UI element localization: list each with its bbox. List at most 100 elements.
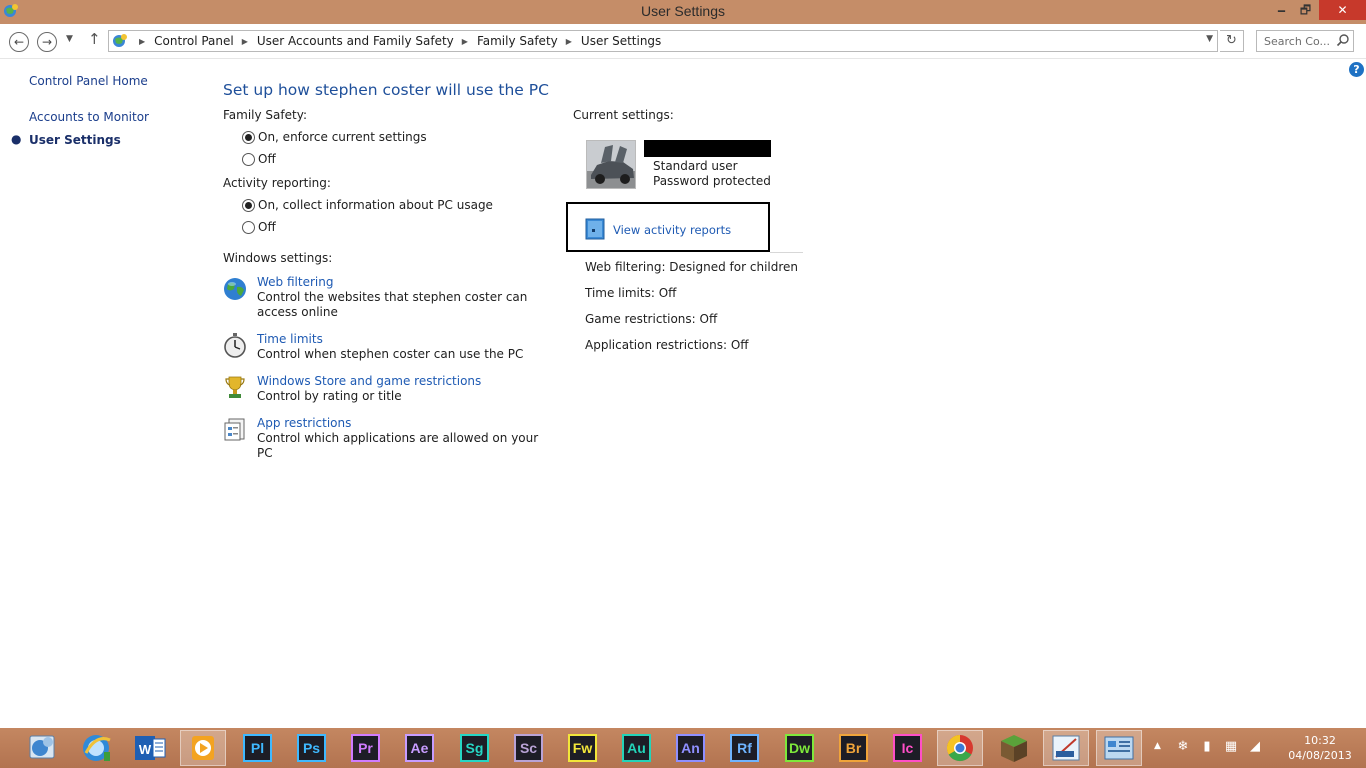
adobe-app-icon: Ae <box>405 734 434 762</box>
adobe-app-icon: Pr <box>351 734 380 762</box>
account-type: Standard user <box>653 159 738 173</box>
taskbar-app-pl[interactable]: Pl <box>235 730 281 766</box>
activity-reporting-on-radio[interactable] <box>242 199 255 212</box>
user-settings-link[interactable]: User Settings <box>29 133 121 147</box>
minecraft-block-icon <box>1001 735 1027 762</box>
adobe-app-icon: Ps <box>297 734 326 762</box>
address-bar[interactable]: ▶ Control Panel ▶ User Accounts and Fami… <box>108 30 1218 52</box>
chevron-right-icon[interactable]: ▶ <box>462 37 468 46</box>
globe-icon <box>224 278 246 300</box>
taskbar-app-sg[interactable]: Sg <box>452 730 498 766</box>
taskbar-control-panel[interactable] <box>20 730 66 766</box>
help-button[interactable]: ? <box>1349 62 1364 77</box>
snowflake-icon[interactable]: ❄ <box>1175 739 1191 755</box>
maximize-button[interactable]: 🗗 <box>1292 0 1319 20</box>
adobe-app-icon: Dw <box>785 734 814 762</box>
taskbar-app-dw[interactable]: Dw <box>777 730 823 766</box>
search-icon[interactable] <box>1336 33 1350 47</box>
taskbar-control-panel-window[interactable] <box>1096 730 1142 766</box>
taskbar-app-sc[interactable]: Sc <box>506 730 552 766</box>
activity-reporting-off-label[interactable]: Off <box>258 220 276 234</box>
adobe-app-icon: Fw <box>568 734 597 762</box>
control-panel-home-link[interactable]: Control Panel Home <box>29 74 148 88</box>
clock-time: 10:32 <box>1304 734 1336 747</box>
taskbar-app-ps[interactable]: Ps <box>289 730 335 766</box>
taskbar-app-an[interactable]: An <box>668 730 714 766</box>
view-activity-reports-link[interactable]: View activity reports <box>613 223 731 237</box>
stopwatch-icon <box>224 333 246 358</box>
back-button[interactable]: ← <box>9 32 29 52</box>
battery-icon[interactable]: ▮ <box>1199 739 1215 755</box>
activity-reporting-on-label[interactable]: On, collect information about PC usage <box>258 198 493 212</box>
current-settings-label: Current settings: <box>573 108 674 122</box>
windows-settings-label: Windows settings: <box>223 251 333 265</box>
taskbar-app-rf[interactable]: Rf <box>722 730 768 766</box>
breadcrumb-control-panel[interactable]: Control Panel <box>154 34 234 48</box>
redacted-username <box>644 140 771 157</box>
setting-time-limits: Time limits: Off <box>585 286 677 300</box>
close-button[interactable]: ✕ <box>1319 0 1366 20</box>
family-safety-off-radio[interactable] <box>242 153 255 166</box>
chevron-down-icon[interactable]: ▼ <box>1206 34 1213 44</box>
chevron-right-icon[interactable]: ▶ <box>566 37 572 46</box>
system-clock[interactable]: 10:32 04/08/2013 <box>1272 733 1366 763</box>
adobe-app-icon: Sg <box>460 734 489 762</box>
trophy-icon <box>225 376 245 398</box>
store-game-restrictions-description: Control by rating or title <box>257 389 402 403</box>
activity-reporting-label: Activity reporting: <box>223 176 331 190</box>
search-input[interactable] <box>1257 31 1337 51</box>
breadcrumb-user-settings[interactable]: User Settings <box>581 34 661 48</box>
taskbar-chrome[interactable] <box>937 730 983 766</box>
activity-report-icon <box>585 218 605 240</box>
app-restrictions-link[interactable]: App restrictions <box>257 416 351 430</box>
chevron-right-icon[interactable]: ▶ <box>242 37 248 46</box>
current-page-bullet: ● <box>11 132 22 146</box>
refresh-button[interactable]: ↻ <box>1220 30 1244 52</box>
forward-button[interactable]: → <box>37 32 57 52</box>
taskbar-app-br[interactable]: Br <box>831 730 877 766</box>
minimize-button[interactable]: 🗕 <box>1268 0 1295 20</box>
web-filtering-link[interactable]: Web filtering <box>257 275 333 289</box>
control-panel-window-icon <box>1104 736 1134 760</box>
family-safety-off-label[interactable]: Off <box>258 152 276 166</box>
control-panel-icon <box>113 34 127 47</box>
view-activity-reports-box: View activity reports <box>566 202 770 252</box>
taskbar-word[interactable]: W <box>127 730 173 766</box>
adobe-app-icon: Pl <box>243 734 272 762</box>
store-game-restrictions-link[interactable]: Windows Store and game restrictions <box>257 374 481 388</box>
clock-date: 04/08/2013 <box>1288 749 1352 762</box>
show-hidden-icons-button[interactable]: ▲ <box>1154 741 1161 751</box>
network-icon[interactable]: ▦ <box>1223 739 1239 755</box>
adobe-app-icon: An <box>676 734 705 762</box>
window-title: User Settings <box>640 3 726 19</box>
family-safety-on-radio[interactable] <box>242 131 255 144</box>
time-limits-link[interactable]: Time limits <box>257 332 323 346</box>
search-box[interactable] <box>1256 30 1354 52</box>
taskbar-minecraft[interactable] <box>991 730 1037 766</box>
recent-locations-dropdown[interactable]: ▼ <box>66 34 73 44</box>
chevron-right-icon[interactable]: ▶ <box>139 37 145 46</box>
accounts-to-monitor-link[interactable]: Accounts to Monitor <box>29 110 149 124</box>
taskbar-app-au[interactable]: Au <box>614 730 660 766</box>
up-button[interactable]: ↑ <box>88 30 101 48</box>
snipping-tool-icon <box>1052 735 1080 761</box>
taskbar-app-ic[interactable]: Ic <box>885 730 931 766</box>
taskbar-app-fw[interactable]: Fw <box>560 730 606 766</box>
taskbar-internet-explorer[interactable] <box>74 730 120 766</box>
adobe-app-icon: Rf <box>730 734 759 762</box>
web-filtering-description: Control the websites that stephen coster… <box>257 290 528 319</box>
breadcrumb-family-safety[interactable]: Family Safety <box>477 34 558 48</box>
page-title: Set up how stephen coster will use the P… <box>223 81 549 99</box>
taskbar-app-pr[interactable]: Pr <box>343 730 389 766</box>
taskbar-snipping-tool[interactable] <box>1043 730 1089 766</box>
activity-reporting-off-radio[interactable] <box>242 221 255 234</box>
setting-web-filtering: Web filtering: Designed for children <box>585 260 799 274</box>
setting-application-restrictions: Application restrictions: Off <box>585 338 749 352</box>
breadcrumb-user-accounts[interactable]: User Accounts and Family Safety <box>257 34 454 48</box>
chrome-icon <box>946 734 973 762</box>
volume-icon[interactable]: ◢ <box>1247 739 1263 755</box>
app-list-icon <box>224 418 245 441</box>
taskbar-media-player[interactable] <box>180 730 226 766</box>
family-safety-on-label[interactable]: On, enforce current settings <box>258 130 427 144</box>
taskbar-app-ae[interactable]: Ae <box>397 730 443 766</box>
